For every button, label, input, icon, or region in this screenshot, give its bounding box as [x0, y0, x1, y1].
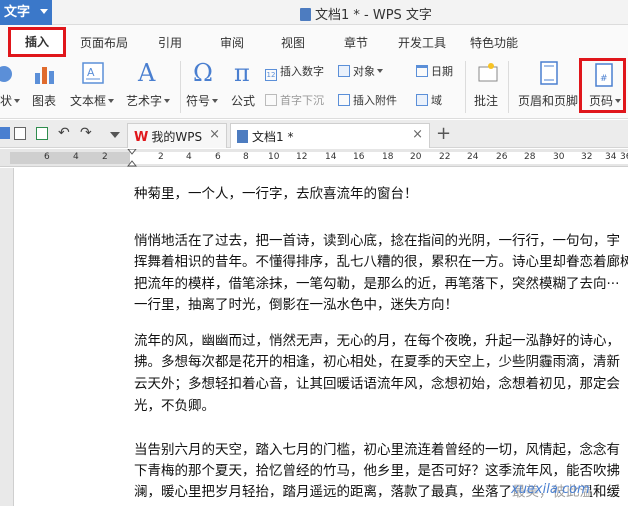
header-footer-button[interactable]: 页眉和页脚 [518, 92, 578, 109]
indent-marker-icon[interactable] [127, 149, 137, 167]
tab-view[interactable]: 视图 [281, 34, 305, 51]
doc-line: 挥舞着相识的昔年。不懂得排序，乱七八糟的很，累积在一方。诗心里却眷恋着廊树 [134, 254, 628, 270]
insert-number-button[interactable]: 12 插入数字 [265, 63, 324, 81]
watermark: xuexila.com [511, 482, 590, 497]
app-menu-label: 文字 [4, 5, 31, 20]
wordart-icon: A [138, 59, 156, 87]
document-icon [237, 130, 248, 143]
close-icon[interactable]: × [209, 127, 220, 142]
tab-insert[interactable]: 插入 [8, 27, 66, 57]
doc-line: 把流年的模样，借笔涂抹，一笔勾勒，是那么的近，再笔落下，突然模糊了去向··· [134, 276, 620, 292]
app-menu-button[interactable]: 文字 [0, 0, 52, 25]
doc-line: 悄悄地活在了过去，把一首诗，读到心底，捻在指间的光阴，一行行，一句句，宇 [134, 233, 620, 249]
print-preview-icon[interactable] [36, 127, 48, 140]
print-icon[interactable] [14, 127, 26, 140]
title-bar: 文字 文档1 * - WPS 文字 [0, 0, 628, 25]
chevron-down-icon [377, 69, 383, 73]
menu-tabs: 插入 页面布局 引用 审阅 视图 章节 开发工具 特色功能 [0, 25, 628, 57]
tab-developer[interactable]: 开发工具 [398, 34, 446, 51]
wordart-button[interactable]: 艺术字 [126, 92, 171, 109]
symbol-button[interactable]: 符号 [186, 92, 219, 109]
tab-review[interactable]: 审阅 [220, 34, 244, 51]
document-canvas: 种菊里，一个人，一行字，去欣喜流年的窗台！ 悄悄地活在了过去，把一首诗，读到心底… [0, 168, 628, 506]
tab-my-wps[interactable]: W 我的WPS × [127, 123, 227, 148]
redo-icon[interactable]: ↷ [80, 125, 92, 141]
object-icon [338, 65, 350, 77]
tab-features[interactable]: 特色功能 [470, 34, 518, 51]
window-title: 文档1 * - WPS 文字 [300, 4, 432, 23]
doc-line: 种菊里，一个人，一行字，去欣喜流年的窗台！ [134, 186, 418, 202]
tab-page-layout[interactable]: 页面布局 [80, 34, 128, 51]
textbox-button[interactable]: 文本框 [70, 92, 115, 109]
insert-attachment-button[interactable]: 插入附件 [338, 92, 397, 108]
close-icon[interactable]: × [412, 127, 423, 142]
number-icon: 12 [265, 69, 277, 81]
formula-button[interactable]: 公式 [231, 92, 255, 109]
ribbon-insert: 状 图表 A 文本框 A 艺术字 Ω 符号 π 公式 12 插入数字 对象 日期 … [0, 57, 628, 119]
field-button[interactable]: 域 [416, 92, 442, 108]
doc-line: 云天外；多想轻扣着心音，让其回暖话语流年风，念想初始，念想着初见，那定会 [134, 376, 620, 392]
field-icon [416, 94, 428, 106]
calendar-icon [416, 65, 428, 77]
ribbon-divider [465, 61, 466, 113]
document-icon [300, 8, 311, 21]
shapes-button[interactable]: 状 [0, 92, 21, 109]
tab-sections[interactable]: 章节 [344, 34, 368, 51]
chevron-down-icon [164, 99, 171, 103]
page-number-highlight [579, 58, 626, 113]
comment-icon [476, 61, 500, 88]
chevron-down-icon[interactable] [110, 132, 120, 138]
pi-icon: π [234, 59, 250, 87]
document-tab-bar: ↶ ↷ W 我的WPS × 文档1 * × + [0, 120, 628, 148]
tab-document[interactable]: 文档1 * × [230, 123, 430, 148]
undo-icon[interactable]: ↶ [58, 125, 70, 141]
doc-line: 一行里，抽离了时光，倒影在一泓水色中，迷失方向！ [134, 297, 458, 313]
drop-cap-button[interactable]: 首字下沉 [265, 92, 324, 108]
paperclip-icon [338, 94, 350, 106]
header-footer-icon [538, 61, 560, 88]
horizontal-ruler[interactable]: 6 4 2 2 4 6 8 10 12 14 16 18 20 22 24 26… [0, 149, 628, 167]
doc-line: 光，不负卿。 [134, 398, 215, 414]
chart-icon [33, 63, 55, 88]
wps-logo-icon: W [134, 130, 149, 145]
comment-button[interactable]: 批注 [474, 92, 498, 109]
object-button[interactable]: 对象 [338, 63, 383, 79]
chevron-down-icon [14, 99, 21, 103]
chart-button[interactable]: 图表 [32, 92, 56, 109]
tab-references[interactable]: 引用 [158, 34, 182, 51]
omega-icon: Ω [193, 59, 213, 87]
doc-line: 下青梅的那个夏天，拾忆曾经的竹马，他乡里，是否可好？这季流年风，能否吹拂 [134, 463, 620, 479]
ribbon-divider [180, 61, 181, 113]
svg-text:A: A [87, 66, 95, 79]
chevron-down-icon [40, 9, 48, 14]
new-tab-plus-icon[interactable]: + [436, 123, 451, 144]
save-icon[interactable] [0, 127, 10, 139]
doc-line: 拂。多想每次都是花开的相逢，初心相处，在夏季的天空上，少些阴霾雨滴，清新 [134, 354, 620, 370]
textbox-icon: A [81, 61, 105, 88]
doc-line: 当告别六月的天空，踏入七月的门槛，初心里流连着曾经的一切，风情起，念念有 [134, 442, 620, 458]
date-button[interactable]: 日期 [416, 63, 453, 79]
ribbon-divider [508, 61, 509, 113]
drop-cap-icon [265, 94, 277, 106]
chevron-down-icon [108, 99, 115, 103]
shapes-icon [0, 65, 14, 83]
chevron-down-icon [212, 99, 219, 103]
document-page[interactable]: 种菊里，一个人，一行字，去欣喜流年的窗台！ 悄悄地活在了过去，把一首诗，读到心底… [13, 168, 628, 506]
doc-line: 流年的风，幽幽而过，悄然无声，无心的月，在每个夜晚，升起一泓静好的诗心， [134, 333, 620, 349]
